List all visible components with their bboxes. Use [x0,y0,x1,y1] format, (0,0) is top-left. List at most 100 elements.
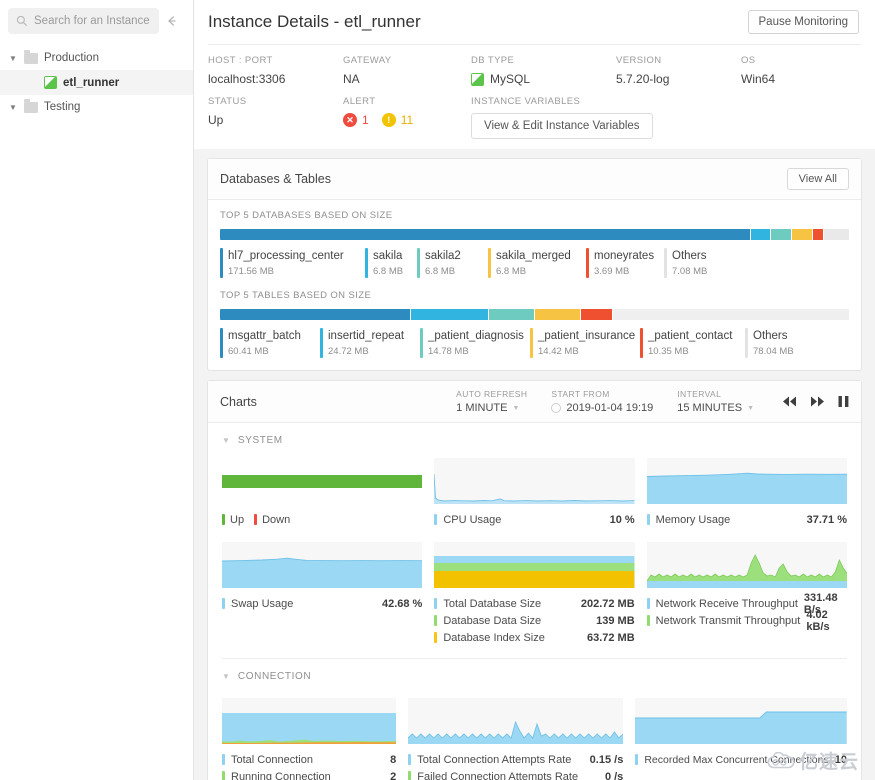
bar-segment [823,229,849,240]
database-size-chart-canvas [434,542,635,588]
search-input[interactable] [34,15,151,27]
instance-tree: ▼ Production etl_runner ▼ Testing [0,46,193,119]
metric-value: 42.68 % [381,597,423,610]
legend-item[interactable]: _patient_diagnosis 14.78 MB [420,328,530,358]
forward-button[interactable] [810,395,825,408]
view-all-button[interactable]: View All [786,168,849,190]
legend-item[interactable]: insertid_repeat 24.72 MB [320,328,420,358]
chart-connection-attempts-rate[interactable]: Total Connection Attempts Rate 0.15 /s F… [402,698,629,780]
max-concurrent-connections-chart-canvas [635,698,847,744]
pause-button[interactable] [838,395,849,408]
tree-item-etl-runner[interactable]: etl_runner [0,70,193,95]
interval-control[interactable]: INTERVAL 15 MINUTES ▼ [677,389,754,414]
chart-cpu-usage[interactable]: CPU Usage 10 % [428,458,640,528]
legend-label: msgattr_batch [228,330,301,342]
tree-group-production[interactable]: ▼ Production [0,46,193,70]
chevron-down-icon[interactable]: ▼ [747,405,754,412]
legend-size: 6.8 MB [425,266,456,277]
interval-value-row[interactable]: 15 MINUTES ▼ [677,402,754,414]
folder-icon [24,98,38,113]
critical-alert-icon[interactable]: ✕ [343,113,357,127]
chart-row: Up Down CPU Usage 10 % Memory Usage 37.7… [208,452,861,532]
legend-size: 3.69 MB [594,266,630,277]
bar-segment [612,309,849,320]
uptime-bar [222,474,423,488]
legend-item[interactable]: _patient_contact 10.35 MB [640,328,745,358]
search-box[interactable] [8,8,159,34]
bar-segment [534,309,580,320]
meta-value: localhost:3306 [208,72,286,86]
metric-swatch [222,514,225,525]
metric-label: Database Data Size [443,614,542,627]
chart-total-connection[interactable]: Total Connection 8 Running Connection 2 … [216,698,402,780]
chart-network-throughput[interactable]: Network Receive Throughput 331.48 B/s Ne… [641,542,853,646]
legend-label: sakila_merged [496,250,571,262]
legend-item[interactable]: msgattr_batch 60.41 MB [220,328,320,358]
legend-swatch [488,248,491,278]
auto-refresh-value: 1 MINUTE [456,402,508,414]
bar-segment [579,309,613,320]
watermark-text: 亿速云 [798,752,859,773]
caret-down-icon[interactable]: ▼ [222,436,230,445]
chart-memory-usage[interactable]: Memory Usage 37.71 % [641,458,853,528]
legend-item[interactable]: _patient_insurance 14.42 MB [530,328,640,358]
pause-monitoring-button[interactable]: Pause Monitoring [747,10,859,34]
legend-label: sakila [373,250,403,262]
start-from-control[interactable]: START FROM 2019-01-04 19:19 [551,389,653,414]
swap-usage-metrics: Swap Usage 42.68 % [222,588,422,612]
auto-refresh-value-row[interactable]: 1 MINUTE ▼ [456,402,527,414]
legend-item[interactable]: Others 78.04 MB [745,328,804,358]
legend-item[interactable]: sakila2 6.8 MB [417,248,488,278]
top-databases-bar [220,229,849,240]
start-from-value-row[interactable]: 2019-01-04 19:19 [551,402,653,414]
chart-database-size[interactable]: Total Database Size 202.72 MB Database D… [428,542,640,646]
chart-group-system-header[interactable]: ▼ SYSTEM [208,423,861,452]
chart-uptime[interactable]: Up Down [216,458,428,528]
metric-swatch [222,598,225,609]
caret-down-icon[interactable]: ▼ [222,672,230,681]
rewind-button[interactable] [782,395,797,408]
chart-swap-usage[interactable]: Swap Usage 42.68 % [216,542,428,646]
tree-group-testing[interactable]: ▼ Testing [0,95,193,119]
metric-row: CPU Usage 10 % [434,511,635,528]
charts-panel: Charts AUTO REFRESH 1 MINUTE ▼ START FRO… [207,380,862,780]
metric-swatch [646,514,650,525]
start-from-label: START FROM [551,389,610,399]
legend-item[interactable]: sakila 6.8 MB [365,248,417,278]
bar-segment [220,309,410,320]
chevron-down-icon[interactable]: ▼ [513,405,520,412]
bar-segment [487,309,535,320]
watermark: 亿速云 [767,747,859,774]
legend-label: insertid_repeat [328,330,405,342]
charts-transport-controls [778,395,849,408]
caret-down-icon[interactable]: ▼ [8,102,18,112]
metric-row: Database Index Size 63.72 MB [434,629,635,646]
meta-label: GATEWAY [343,55,392,66]
legend-item[interactable]: sakila_merged 6.8 MB [488,248,586,278]
legend-item[interactable]: Others 7.08 MB [664,248,717,278]
meta-gateway: GATEWAY NA [343,55,471,86]
chart-group-connection-header[interactable]: ▼ CONNECTION [208,659,861,688]
instance-variables-label: INSTANCE VARIABLES [471,96,581,107]
meta-version: VERSION 5.7.20-log [616,55,741,86]
meta-host-port: HOST : PORT localhost:3306 [208,55,343,86]
caret-down-icon[interactable]: ▼ [8,53,18,63]
page-title: Instance Details - etl_runner [208,12,421,31]
auto-refresh-control[interactable]: AUTO REFRESH 1 MINUTE ▼ [456,389,527,414]
databases-panel-body: TOP 5 DATABASES BASED ON SIZE hl7_proces… [208,200,861,370]
legend-item[interactable]: moneyrates 3.69 MB [586,248,664,278]
legend-size: 24.72 MB [328,346,369,357]
legend-size: 6.8 MB [373,266,404,277]
swap-usage-chart-canvas [222,542,423,588]
metric-label: Failed Connection Attempts Rate [417,770,579,780]
detail-header: Instance Details - etl_runner Pause Moni… [194,0,875,44]
warning-alert-icon[interactable]: ! [381,113,396,127]
folder-icon [24,49,38,64]
instance-sidebar: ▼ Production etl_runner ▼ Testing [0,0,194,780]
meta-os: OS Win64 [741,55,775,86]
metric-swatch [408,754,412,765]
view-edit-instance-variables-button[interactable]: View & Edit Instance Variables [471,113,653,139]
metric-label: Running Connection [231,770,331,780]
legend-item[interactable]: hl7_processing_center 171.56 MB [220,248,365,278]
sidebar-collapse-icon[interactable] [159,8,185,34]
